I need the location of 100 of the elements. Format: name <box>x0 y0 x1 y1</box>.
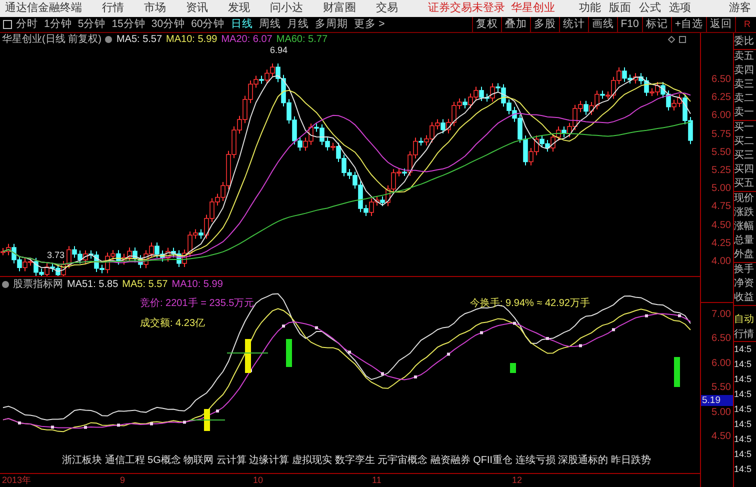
quote-label: 买四 <box>734 163 755 177</box>
indicator-value: MA20: 6.07 <box>221 33 272 46</box>
concept-tags-text: 浙江板块 通信工程 5G概念 物联网 云计算 边缘计算 虚拟现实 数字孪生 元宇宙概念 融资融券 QFII重仓 连续亏损 深股通标的 昨日跌势 <box>62 454 652 468</box>
time-axis-label: 10 <box>253 474 264 487</box>
signal-bar <box>510 363 516 373</box>
toolbar-button[interactable]: 叠加 <box>500 17 530 32</box>
indicator-value: MA5: 5.57 <box>116 33 162 47</box>
price-axis-label: 6.00 <box>712 109 731 124</box>
quote-label: 买三 <box>734 149 755 163</box>
toolbar-button[interactable]: 返回 <box>706 17 735 32</box>
quote-label: 卖二 <box>734 92 755 106</box>
period-tab[interactable]: 分时 <box>16 16 38 32</box>
menu-item[interactable]: 资讯 <box>186 0 208 17</box>
period-tab[interactable]: 日线 <box>230 16 253 32</box>
period-tab[interactable]: 月线 <box>286 16 309 32</box>
quote-label: 总量 <box>734 234 755 248</box>
toolbar-button[interactable]: 画线 <box>588 17 617 32</box>
panel-toggle-icon[interactable] <box>3 20 12 29</box>
indicator-value: MA5: 5.57 <box>122 278 168 292</box>
window-icon[interactable] <box>679 36 686 43</box>
period-tab[interactable]: 30分钟 <box>151 16 186 32</box>
price-axis-label: 4.50 <box>712 218 731 232</box>
menu-item[interactable]: 交易 <box>376 0 398 17</box>
period-tab[interactable]: 1分钟 <box>44 16 72 32</box>
toolbar-button[interactable]: +自选 <box>670 17 706 32</box>
price-axis-label: 6.00 <box>712 356 731 371</box>
time-axis-label: 9 <box>120 474 126 487</box>
chart-title: 华星创业(日线 前复权) <box>2 32 102 47</box>
quote-label: 委比 <box>734 35 755 49</box>
price-axis-label: 4.00 <box>712 254 731 269</box>
quote-label: 涨幅 <box>734 220 755 234</box>
period-tab[interactable]: 60分钟 <box>191 16 225 32</box>
quote-label: 换手 <box>734 263 755 277</box>
quote-label: 卖一 <box>734 106 755 120</box>
trade-time: 14:5 <box>734 358 753 371</box>
price-axis-label: 5.75 <box>712 128 731 142</box>
turnover-note: 成交额: 4.23亿 <box>140 316 206 331</box>
indicator-value: MA10: 5.99 <box>166 33 218 47</box>
period-tab[interactable]: 周线 <box>258 16 281 32</box>
menu-item[interactable]: 问小达 <box>270 0 303 17</box>
menu-item[interactable]: 行情 <box>102 0 124 17</box>
price-axis-label: 5.00 <box>712 182 731 196</box>
indicator-value: MA51: 5.85 <box>67 278 118 292</box>
period-tab[interactable]: 更多 > <box>354 16 385 32</box>
toolbar-button[interactable]: 标记 <box>642 17 671 32</box>
toolbar-button[interactable]: 复权 <box>472 17 501 32</box>
auction-note: 竞价: 2201手 = 235.5万元 <box>140 296 254 311</box>
trade-time: 14:5 <box>734 448 753 461</box>
price-axis-label: 6.50 <box>712 73 731 87</box>
menu-item[interactable]: 公式 <box>639 0 661 17</box>
quote-label: 收益 <box>734 291 755 305</box>
trade-time: 14:5 <box>734 433 753 446</box>
menu-item[interactable]: 财富圈 <box>323 0 356 17</box>
quote-label: 买五 <box>734 177 755 191</box>
quote-label: 现价 <box>734 192 755 206</box>
signal-bar <box>674 357 680 387</box>
toolbar-button[interactable]: 统计 <box>558 17 588 32</box>
period-tab[interactable]: 5分钟 <box>78 16 106 32</box>
quote-label: 买二 <box>734 135 755 149</box>
login-notice: 证券交易未登录 <box>428 0 505 16</box>
signal-bar <box>204 409 210 431</box>
period-tab[interactable]: 多周期 <box>314 16 348 32</box>
price-axis-label: 6.50 <box>712 332 731 346</box>
current-value-tag: 5.19 <box>701 395 733 406</box>
indicator-value: MA10: 5.99 <box>172 278 223 292</box>
quote-label: 涨跌 <box>734 206 755 220</box>
quote-label: 净资 <box>734 277 755 291</box>
menu-item[interactable]: 版面 <box>609 0 631 17</box>
price-axis-label: 4.25 <box>712 236 731 251</box>
quote-label: 外盘 <box>734 248 755 262</box>
trade-time: 14:5 <box>734 388 753 401</box>
settings-icon[interactable] <box>105 36 112 43</box>
toolbar-button[interactable]: 多股 <box>530 17 559 32</box>
price-axis-label: 7.00 <box>712 308 731 322</box>
time-axis-label: 12 <box>512 474 522 487</box>
app-title: 通达信金融终端 <box>5 0 82 16</box>
toolbar-button[interactable]: F10 <box>616 17 642 32</box>
diamond-icon[interactable] <box>668 36 675 43</box>
settings-icon[interactable] <box>2 280 9 288</box>
quote-label: 卖四 <box>734 64 755 78</box>
mode-label[interactable]: 自动 <box>734 312 756 327</box>
price-axis-label: 5.00 <box>712 406 731 420</box>
low-price-label: 3.73 <box>47 249 65 262</box>
trade-time: 14:5 <box>734 343 753 356</box>
indicator-value: MA60: 5.77 <box>276 33 328 46</box>
price-axis-label: 4.50 <box>712 430 731 444</box>
menu-item[interactable]: 选项 <box>669 0 691 17</box>
menu-item[interactable]: 发现 <box>228 0 250 17</box>
high-price-label: 6.94 <box>270 44 288 57</box>
quote-label: 卖三 <box>734 78 755 92</box>
user-label[interactable]: 游客 <box>729 0 751 17</box>
quote-tab[interactable]: 行情 <box>734 327 756 342</box>
corner-label: R <box>735 17 756 32</box>
time-axis-label: 11 <box>372 474 382 487</box>
quote-label: 卖五 <box>734 50 755 64</box>
period-tab[interactable]: 15分钟 <box>112 16 146 32</box>
level-line <box>226 352 268 354</box>
price-axis-label: 5.50 <box>712 146 731 160</box>
menu-item[interactable]: 功能 <box>579 0 601 17</box>
menu-item[interactable]: 市场 <box>144 0 166 17</box>
